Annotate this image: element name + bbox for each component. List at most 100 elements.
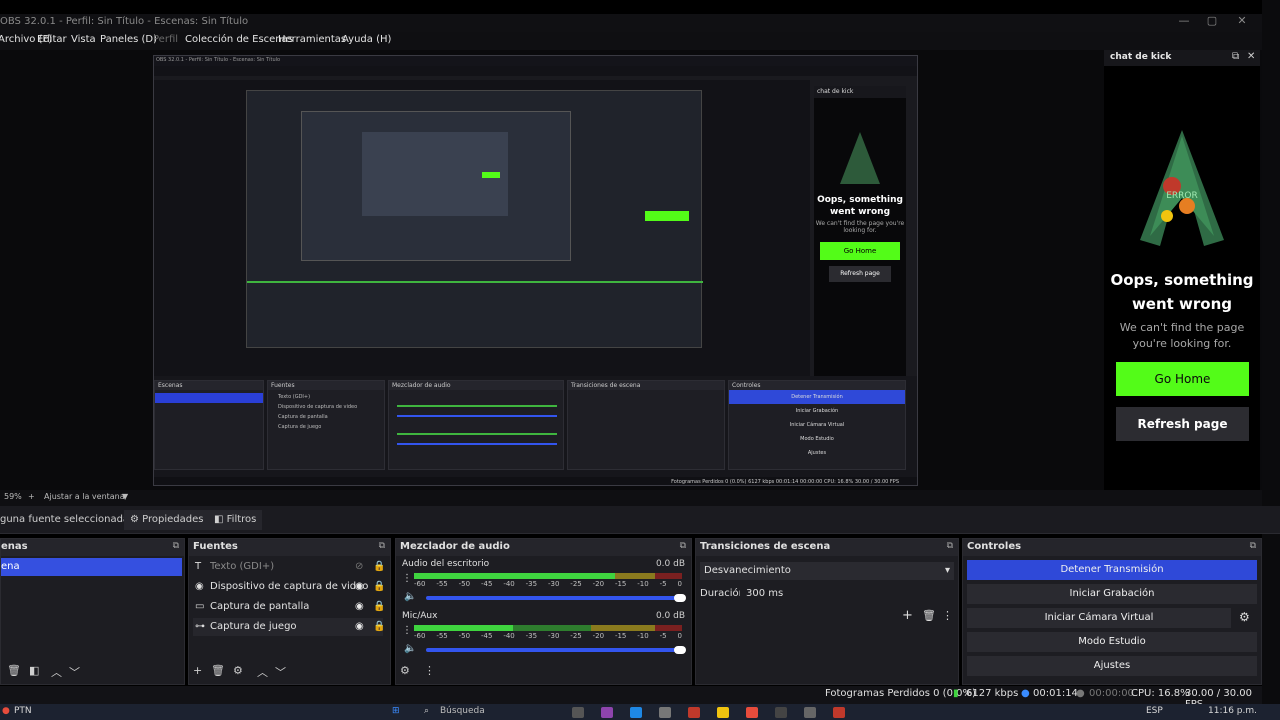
preview-dock-title: Transiciones de escena [568, 381, 724, 390]
preview-nested-meter [247, 281, 703, 283]
volume-slider-handle[interactable] [674, 594, 686, 602]
popout-icon[interactable]: ⧉ [1250, 541, 1256, 551]
app-icon[interactable] [775, 707, 787, 718]
volume-slider[interactable] [426, 648, 682, 652]
language-indicator[interactable]: ESP [1146, 706, 1163, 716]
app-icon[interactable] [659, 707, 671, 718]
meter-ticks: -60 -55 -50 -45 -40 -35 -30 -25 -20 -15 -10 -5 0 [414, 580, 682, 590]
move-down-icon[interactable]: ﹀ [69, 664, 80, 680]
meter-tick-label: -60 [414, 632, 426, 640]
popout-icon[interactable]: ⧉ [173, 541, 179, 551]
properties-button[interactable]: ⚙ Propiedades [124, 510, 210, 530]
lock-icon[interactable]: 🔒 [373, 558, 385, 576]
menu-ayuda[interactable]: Ayuda (H) [342, 34, 391, 45]
remove-source-icon[interactable]: 🗑 [211, 664, 225, 677]
transition-menu-icon[interactable]: ⋮ [942, 609, 953, 622]
meter-tick-label: -5 [659, 580, 667, 588]
popout-icon[interactable]: ⧉ [379, 541, 385, 551]
volume-slider[interactable] [426, 596, 682, 600]
gear-icon[interactable]: ⚙ [1239, 610, 1250, 624]
edge-icon[interactable] [630, 707, 642, 718]
source-row-display[interactable]: ▭ Captura de pantalla ◉ 🔒 [193, 598, 385, 616]
menu-herramientas[interactable]: Herramientas [278, 34, 346, 45]
zoom-in-icon[interactable]: + [28, 492, 35, 501]
source-row-game[interactable]: ⊶ Captura de juego ◉ 🔒 [193, 618, 385, 636]
scene-filters-icon[interactable]: ◧ [29, 664, 39, 677]
app-icon[interactable] [688, 707, 700, 718]
source-row-camera[interactable]: ◉ Dispositivo de captura de video ◉ 🔒 [193, 578, 385, 596]
move-down-icon[interactable]: ﹀ [275, 664, 286, 680]
close-button[interactable]: ✕ [1228, 14, 1256, 32]
chrome-icon[interactable] [746, 707, 758, 718]
remove-transition-icon[interactable]: 🗑 [922, 609, 936, 622]
settings-button[interactable]: Ajustes [967, 656, 1257, 676]
lock-icon[interactable]: 🔒 [373, 578, 385, 596]
clock[interactable]: 11:16 p.m. [1208, 706, 1257, 716]
preview-dock-title: Controles [729, 381, 905, 390]
eye-icon[interactable]: ◉ [355, 598, 364, 616]
filters-button[interactable]: ◧ Filtros [208, 510, 263, 530]
taskbar-widget-text[interactable]: PTN [14, 706, 32, 716]
preview-dock-transitions: Transiciones de escena [567, 380, 725, 470]
app-icon[interactable] [572, 707, 584, 718]
menu-perfil[interactable]: Perfil [153, 34, 178, 45]
source-row-text[interactable]: T Texto (GDI+) ⊘ 🔒 [193, 558, 385, 576]
audio-mixer-dock: Mezclador de audio ⧉ Audio del escritorio… [395, 538, 692, 685]
chat-dock: chat de kick ⧉ ✕ ERROR Oops, something w… [1104, 50, 1260, 532]
channel-name: Mic/Aux [402, 611, 438, 621]
popout-icon[interactable]: ⧉ [680, 541, 686, 551]
zoom-dropdown-icon[interactable]: ▼ [122, 492, 128, 501]
start-virtual-camera-button[interactable]: Iniciar Cámara Virtual [967, 608, 1231, 628]
source-settings-icon[interactable]: ⚙ [233, 664, 243, 677]
eye-icon[interactable]: ◉ [355, 578, 364, 596]
studio-mode-button[interactable]: Modo Estudio [967, 632, 1257, 652]
eye-icon[interactable]: ◉ [355, 618, 364, 636]
menu-coleccion[interactable]: Colección de Escenas [185, 34, 293, 45]
duration-input[interactable]: 300 ms [740, 585, 954, 603]
preview-dock-scenes: Escenas [154, 380, 264, 470]
meter-tick-label: -20 [592, 580, 605, 588]
remove-scene-icon[interactable]: 🗑 [7, 664, 21, 677]
popout-icon[interactable]: ⧉ [1232, 51, 1239, 62]
folder-icon[interactable] [717, 707, 729, 718]
meter-tick-label: -50 [458, 580, 471, 588]
menu-editar[interactable]: Editar [37, 34, 67, 45]
close-icon[interactable]: ✕ [1247, 51, 1255, 62]
mixer-menu-icon[interactable]: ⋮ [424, 664, 435, 677]
speaker-icon[interactable]: 🔈 [404, 643, 416, 654]
start-recording-button[interactable]: Iniciar Grabación [967, 584, 1257, 604]
meter-tick-label: -50 [458, 632, 471, 640]
channel-menu-icon[interactable]: ⋮ [402, 573, 412, 584]
taskbar-search[interactable]: Búsqueda [440, 706, 485, 716]
hidden-eye-icon[interactable]: ⊘ [355, 558, 363, 576]
preview-source: Texto (GDI+) [278, 394, 311, 400]
volume-slider-handle[interactable] [674, 646, 686, 654]
move-up-icon[interactable]: ︿ [51, 664, 62, 680]
obs-icon[interactable] [833, 707, 845, 718]
minimize-button[interactable]: — [1170, 14, 1198, 32]
lock-icon[interactable]: 🔒 [373, 618, 385, 636]
move-up-icon[interactable]: ︿ [257, 664, 268, 680]
windows-start-icon[interactable]: ⊞ [392, 706, 400, 716]
go-home-button[interactable]: Go Home [1116, 362, 1249, 396]
mixer-settings-icon[interactable]: ⚙ [400, 664, 410, 677]
add-transition-icon[interactable]: + [902, 608, 913, 623]
menu-paneles[interactable]: Paneles (D) [100, 34, 157, 45]
transition-select[interactable]: Desvanecimiento ▾ [700, 562, 954, 580]
error-art-label: ERROR [1166, 191, 1198, 201]
stop-streaming-button[interactable]: Detener Transmisión [967, 560, 1257, 580]
maximize-button[interactable]: ▢ [1198, 14, 1226, 32]
app-icon[interactable] [804, 707, 816, 718]
app-icon[interactable] [601, 707, 613, 718]
scene-item[interactable]: ena [1, 558, 182, 576]
popout-icon[interactable]: ⧉ [947, 541, 953, 551]
channel-menu-icon[interactable]: ⋮ [402, 625, 412, 636]
lock-icon[interactable]: 🔒 [373, 598, 385, 616]
refresh-page-button[interactable]: Refresh page [1116, 407, 1249, 441]
program-preview[interactable]: OBS 32.0.1 - Perfil: Sin Título - Escena… [153, 55, 918, 486]
add-source-icon[interactable]: + [193, 664, 202, 677]
speaker-icon[interactable]: 🔈 [404, 591, 416, 602]
menu-vista[interactable]: Vista [71, 34, 96, 45]
gamepad-icon: ⊶ [195, 621, 205, 632]
zoom-fit-label[interactable]: Ajustar a la ventana [44, 492, 125, 501]
